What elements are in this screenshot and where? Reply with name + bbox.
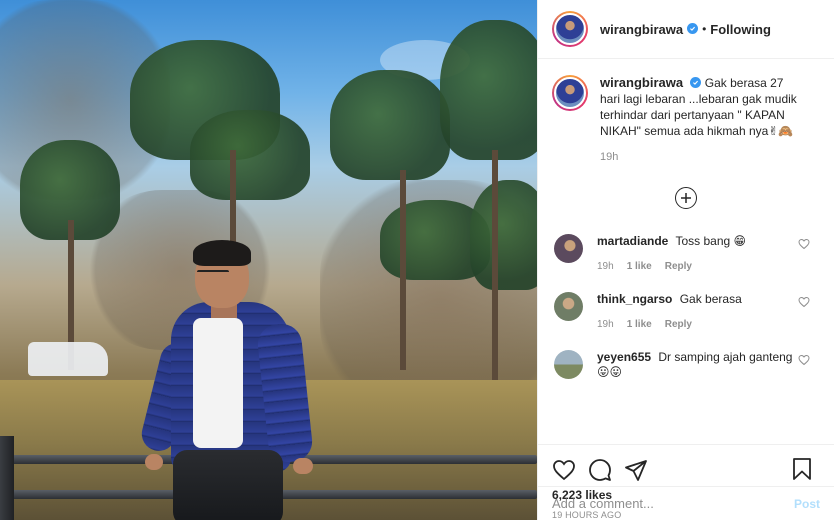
caption-time[interactable]: 19h [600, 151, 800, 163]
person-jeans [173, 450, 283, 520]
comment-avatar[interactable] [554, 292, 583, 321]
bookmark-icon[interactable] [790, 457, 814, 481]
caption-avatar[interactable] [552, 75, 588, 111]
comment-heart-icon[interactable] [798, 296, 810, 308]
comment-likes[interactable]: 1 like [627, 261, 652, 272]
add-comment-bar: Post [538, 486, 834, 520]
comment-time[interactable]: 19h [597, 319, 614, 330]
person-hand [293, 458, 313, 474]
post-photo[interactable] [0, 0, 537, 520]
load-more [552, 187, 820, 209]
comment-content: Toss bang 😁 [675, 234, 747, 248]
tree-trunk [400, 170, 406, 370]
comment-meta: 19h 1 like Reply [597, 261, 797, 272]
comment-item: think_ngarso Gak berasa 19h 1 like Reply [552, 292, 820, 330]
avatar [554, 77, 586, 109]
comment-icon[interactable] [588, 458, 612, 482]
reply-button[interactable]: Reply [665, 261, 692, 272]
comment-username[interactable]: think_ngarso [597, 292, 672, 306]
comment-text: yeyen655 Dr samping ajah ganteng😛😛 [597, 350, 797, 380]
pine-tree [190, 110, 310, 200]
reply-button[interactable]: Reply [665, 319, 692, 330]
comment-heart-icon[interactable] [798, 354, 810, 366]
comment-content: Gak berasa [679, 292, 742, 306]
comment-input[interactable] [552, 496, 794, 511]
avatar [554, 13, 586, 45]
person [138, 238, 345, 520]
comment-body: martadiande Toss bang 😁 19h 1 like Reply [597, 234, 797, 272]
caption-text: wirangbirawa Gak berasa 27 hari lagi leb… [600, 75, 800, 139]
snow-patch [28, 342, 108, 376]
instagram-post: wirangbirawa • Following wirangbirawa Ga… [0, 0, 834, 520]
comment-heart-icon[interactable] [798, 238, 810, 250]
caption-body: wirangbirawa Gak berasa 27 hari lagi leb… [600, 75, 800, 163]
railing-post [0, 436, 14, 520]
following-button[interactable]: Following [710, 22, 771, 37]
pine-tree [330, 70, 450, 180]
person-glasses [197, 270, 229, 276]
person-hand [145, 454, 163, 470]
header-avatar[interactable] [552, 11, 588, 47]
comment-text: think_ngarso Gak berasa [597, 292, 797, 307]
person-hair [193, 240, 251, 266]
caption-username[interactable]: wirangbirawa [600, 75, 683, 90]
comment-username[interactable]: martadiande [597, 234, 668, 248]
load-more-comments-icon[interactable] [675, 187, 697, 209]
comment-item: yeyen655 Dr samping ajah ganteng😛😛 [552, 350, 820, 380]
comment-username[interactable]: yeyen655 [597, 350, 651, 364]
comment-body: think_ngarso Gak berasa 19h 1 like Reply [597, 292, 797, 330]
caption: wirangbirawa Gak berasa 27 hari lagi leb… [552, 75, 820, 163]
comment-avatar[interactable] [554, 234, 583, 263]
separator-dot: • [702, 22, 707, 36]
pine-tree [440, 20, 537, 160]
verified-badge-icon [690, 77, 702, 89]
header-username[interactable]: wirangbirawa [600, 22, 683, 37]
share-icon[interactable] [624, 458, 648, 482]
post-comment-button[interactable]: Post [794, 497, 820, 511]
person-shirt [193, 318, 243, 448]
comments-section: wirangbirawa Gak berasa 27 hari lagi leb… [538, 59, 834, 444]
post-panel: wirangbirawa • Following wirangbirawa Ga… [537, 0, 834, 520]
comment-time[interactable]: 19h [597, 261, 614, 272]
pine-tree [470, 180, 537, 290]
tree-trunk [492, 150, 498, 380]
comment-likes[interactable]: 1 like [627, 319, 652, 330]
verified-badge-icon [687, 22, 699, 34]
comment-meta: 19h 1 like Reply [597, 319, 797, 330]
post-header: wirangbirawa • Following [538, 0, 834, 59]
comment-item: martadiande Toss bang 😁 19h 1 like Reply [552, 234, 820, 272]
comment-avatar[interactable] [554, 350, 583, 379]
comment-text: martadiande Toss bang 😁 [597, 234, 797, 249]
comment-body: yeyen655 Dr samping ajah ganteng😛😛 [597, 350, 797, 380]
heart-icon[interactable] [552, 458, 576, 482]
